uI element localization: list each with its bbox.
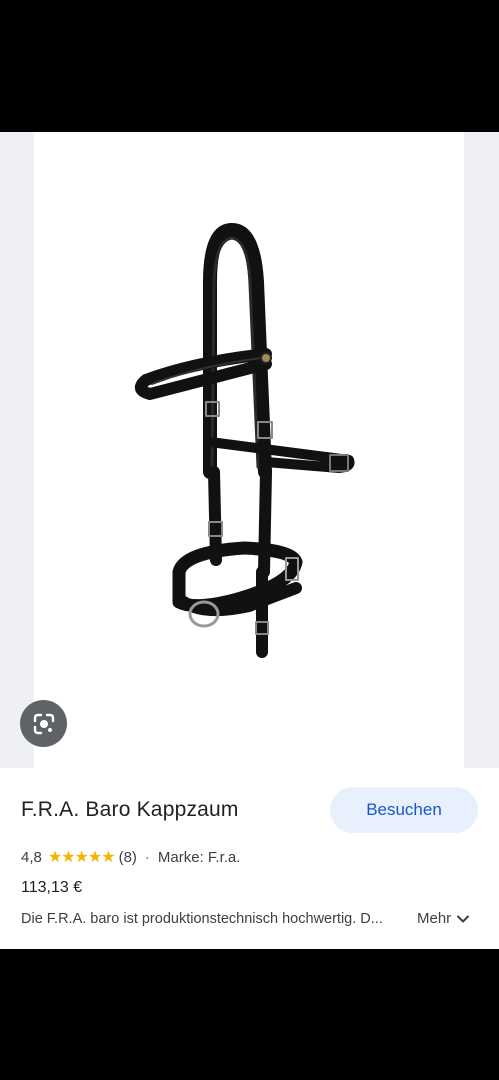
star-rating-icon: ★★★★★ xyxy=(47,849,116,866)
more-label: Mehr xyxy=(417,910,452,927)
product-image[interactable] xyxy=(34,132,464,768)
rating-row: 4,8 ★★★★★ (8) · Marke: F.r.a. xyxy=(21,847,240,867)
product-price: 113,13 € xyxy=(21,879,83,896)
chevron-down-icon xyxy=(457,915,470,922)
rating-value: 4,8 xyxy=(21,848,42,866)
google-lens-icon xyxy=(33,713,54,734)
review-count[interactable]: (8) xyxy=(119,849,137,866)
product-image-area xyxy=(0,132,499,768)
cavesson-bridle-illustration xyxy=(134,223,355,658)
bottom-black-bar xyxy=(0,949,499,1080)
visit-button[interactable]: Besuchen xyxy=(330,787,478,833)
product-title[interactable]: F.R.A. Baro Kappzaum xyxy=(21,798,239,822)
product-description: Die F.R.A. baro ist produktionstechnisch… xyxy=(21,911,383,927)
product-info-panel: F.R.A. Baro Kappzaum Besuchen 4,8 ★★★★★ … xyxy=(0,768,499,949)
brand-label: Marke: F.r.a. xyxy=(157,848,241,866)
top-black-bar xyxy=(0,0,499,132)
separator: · xyxy=(144,848,150,866)
lens-button[interactable] xyxy=(20,700,67,747)
more-button[interactable]: Mehr xyxy=(417,910,470,927)
